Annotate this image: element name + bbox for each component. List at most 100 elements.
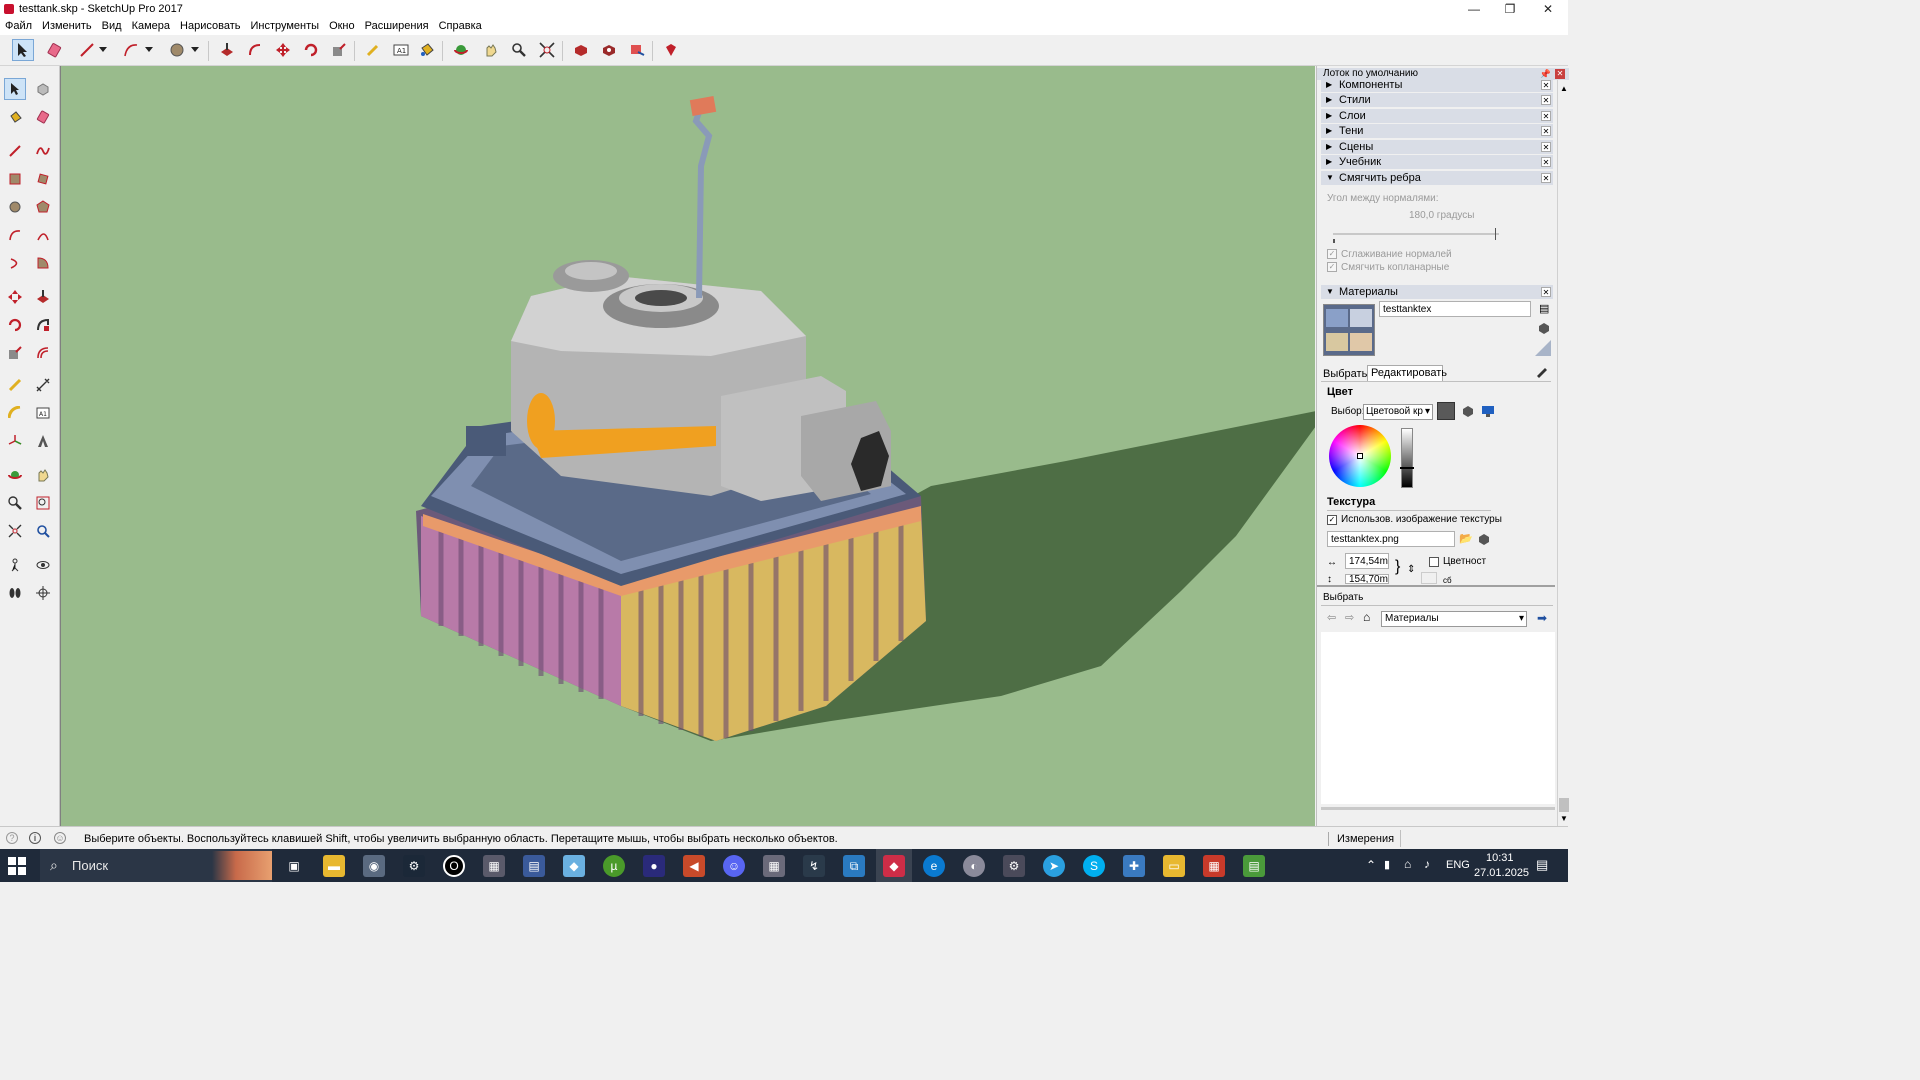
- zoom-icon[interactable]: [508, 39, 530, 61]
- volume-icon[interactable]: ♪: [1424, 857, 1430, 871]
- app-icon[interactable]: ◐: [963, 855, 985, 877]
- app-icon[interactable]: ◀: [683, 855, 705, 877]
- scale-icon[interactable]: [328, 39, 350, 61]
- move-icon[interactable]: [4, 286, 26, 308]
- section-plane-icon[interactable]: [32, 582, 54, 604]
- app-icon[interactable]: ✚: [1123, 855, 1145, 877]
- close-button[interactable]: ✕: [1530, 0, 1566, 18]
- menu-window[interactable]: Окно: [324, 18, 360, 35]
- panel-materials[interactable]: ▼ Материалы ✕: [1321, 285, 1553, 299]
- zoom-icon[interactable]: [4, 492, 26, 514]
- move-icon[interactable]: [272, 39, 294, 61]
- texture-file-input[interactable]: [1327, 531, 1455, 547]
- close-panel-icon[interactable]: ✕: [1541, 287, 1551, 297]
- user-icon[interactable]: ☺: [54, 832, 66, 844]
- close-panel-icon[interactable]: ✕: [1541, 126, 1551, 136]
- rotate-icon[interactable]: [300, 39, 322, 61]
- close-panel-icon[interactable]: ✕: [1541, 142, 1551, 152]
- material-list-area[interactable]: [1321, 632, 1555, 804]
- task-view-icon[interactable]: ▣: [283, 855, 305, 877]
- rectangle-tool-icon[interactable]: [4, 168, 26, 190]
- zoom-extents-icon[interactable]: [4, 520, 26, 542]
- chevron-down-icon[interactable]: [142, 39, 156, 61]
- chevron-down-icon[interactable]: [188, 39, 202, 61]
- push-pull-icon[interactable]: [32, 286, 54, 308]
- axes-icon[interactable]: [4, 430, 26, 452]
- texture-width-input[interactable]: [1345, 553, 1389, 569]
- menu-edit[interactable]: Изменить: [37, 18, 97, 35]
- paint-bucket-icon[interactable]: [4, 106, 26, 128]
- match-color-model-icon[interactable]: [1461, 404, 1475, 418]
- pane-splitter[interactable]: [1317, 585, 1555, 587]
- app-icon[interactable]: ▤: [1243, 855, 1265, 877]
- forward-arrow-icon[interactable]: ⇨: [1345, 611, 1354, 624]
- eraser-icon[interactable]: [32, 106, 54, 128]
- texture-export-icon[interactable]: [1477, 532, 1491, 546]
- line-tool-icon[interactable]: [4, 140, 26, 162]
- match-color-screen-icon[interactable]: [1481, 404, 1495, 418]
- tape-measure-icon[interactable]: [4, 374, 26, 396]
- calculator-icon[interactable]: ▦: [763, 855, 785, 877]
- usb-icon[interactable]: ▮: [1384, 858, 1390, 871]
- pan-icon[interactable]: [32, 464, 54, 486]
- color-wheel[interactable]: [1329, 425, 1391, 487]
- polygon-tool-icon[interactable]: [32, 196, 54, 218]
- pan-icon[interactable]: [480, 39, 502, 61]
- use-texture-checkbox[interactable]: ✓: [1327, 515, 1337, 525]
- tab-edit[interactable]: Редактировать: [1367, 365, 1447, 381]
- app-icon[interactable]: ⧉: [843, 855, 865, 877]
- zoom-window-icon[interactable]: [32, 492, 54, 514]
- arc-tool-icon[interactable]: [4, 224, 26, 246]
- reset-size-icon[interactable]: ⇕: [1407, 564, 1415, 575]
- app-icon[interactable]: ◆: [563, 855, 585, 877]
- notifications-icon[interactable]: ▤: [1536, 857, 1548, 873]
- follow-me-icon[interactable]: [32, 314, 54, 336]
- dimension-icon[interactable]: [32, 374, 54, 396]
- maximize-button[interactable]: ❐: [1492, 0, 1528, 18]
- offset-icon[interactable]: [32, 342, 54, 364]
- discord-icon[interactable]: ☺: [723, 855, 745, 877]
- brightness-slider[interactable]: [1400, 428, 1414, 488]
- protractor-icon[interactable]: [4, 402, 26, 424]
- app-icon[interactable]: ▭: [1163, 855, 1185, 877]
- display-secondary-pane-icon[interactable]: ▤: [1539, 302, 1551, 316]
- rotate-icon[interactable]: [4, 314, 26, 336]
- reset-color-swatch[interactable]: [1421, 572, 1437, 584]
- scroll-up-icon[interactable]: ▲: [1560, 84, 1568, 93]
- select-tool-icon[interactable]: [12, 39, 34, 61]
- minimize-button[interactable]: —: [1456, 0, 1492, 18]
- close-tray-icon[interactable]: ✕: [1555, 69, 1565, 79]
- color-picker-select[interactable]: Цветовой кр ▾: [1363, 404, 1433, 420]
- chevron-down-icon[interactable]: [96, 39, 110, 61]
- color-wheel-cursor[interactable]: [1357, 453, 1363, 459]
- skype-icon[interactable]: S: [1083, 855, 1105, 877]
- close-panel-icon[interactable]: ✕: [1541, 157, 1551, 167]
- make-component-icon[interactable]: [32, 78, 54, 100]
- scroll-thumb[interactable]: [1559, 798, 1569, 812]
- freehand-icon[interactable]: [32, 140, 54, 162]
- app-icon[interactable]: ↯: [803, 855, 825, 877]
- show-hidden-icons-icon[interactable]: ⌃: [1366, 858, 1376, 872]
- angle-slider-track[interactable]: [1333, 233, 1499, 235]
- menu-extensions[interactable]: Расширения: [360, 18, 434, 35]
- close-panel-icon[interactable]: ✕: [1541, 111, 1551, 121]
- select-tool-icon[interactable]: [4, 78, 26, 100]
- app-icon[interactable]: ◉: [363, 855, 385, 877]
- scroll-down-icon[interactable]: ▼: [1560, 814, 1568, 823]
- close-panel-icon[interactable]: ✕: [1541, 173, 1551, 183]
- file-explorer-icon[interactable]: ▬: [323, 855, 345, 877]
- walk-icon[interactable]: [4, 582, 26, 604]
- model-viewport[interactable]: [60, 66, 1315, 826]
- panel-instructor[interactable]: ▶ Учебник ✕: [1321, 155, 1553, 169]
- ruby-console-icon[interactable]: [660, 39, 682, 61]
- sample-paint-icon[interactable]: [1535, 364, 1551, 380]
- menu-view[interactable]: Вид: [97, 18, 127, 35]
- orbit-icon[interactable]: [4, 464, 26, 486]
- language-indicator[interactable]: ENG: [1446, 859, 1470, 871]
- menu-draw[interactable]: Нарисовать: [175, 18, 245, 35]
- panel-shadows[interactable]: ▶ Тени ✕: [1321, 124, 1553, 138]
- details-arrow-icon[interactable]: ➡: [1537, 611, 1547, 625]
- extension-warehouse-icon[interactable]: [598, 39, 620, 61]
- panel-soften-edges[interactable]: ▼ Смягчить ребра ✕: [1321, 171, 1553, 185]
- material-thumbnail[interactable]: [1323, 304, 1375, 356]
